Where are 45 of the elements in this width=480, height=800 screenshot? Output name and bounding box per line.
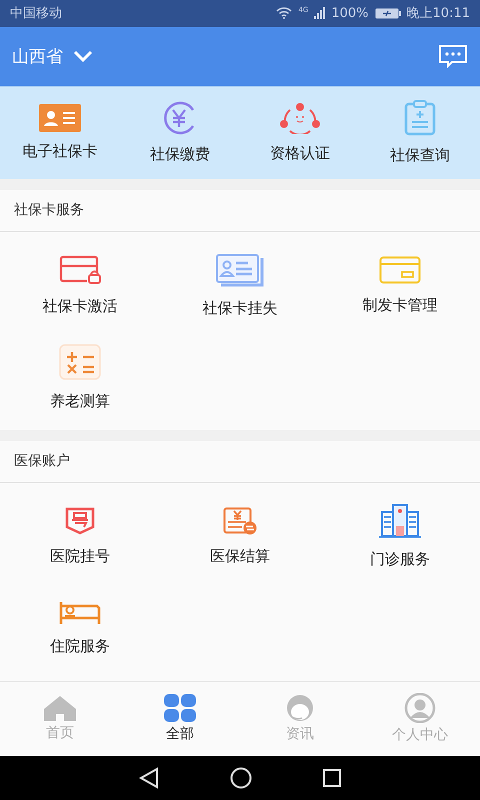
quick-action[interactable]: 社保缴费 [120,86,240,179]
id-cards-icon [215,253,265,288]
carrier-name: 中国移动 [10,5,62,22]
id-card-icon [39,104,81,132]
wifi-icon [276,7,292,20]
battery-percent: 100% [331,6,369,21]
recents-icon [322,768,342,788]
chat-bubble-icon [438,44,468,68]
chevron-down-icon [73,50,93,62]
smiley-network-icon [280,102,320,134]
service-item[interactable]: 医院挂号 [0,490,160,583]
user-icon [404,693,436,724]
service-item[interactable]: 制发卡管理 [320,240,480,332]
service-item[interactable]: 社保卡激活 [0,240,160,332]
service-item[interactable]: 门诊服务 [320,490,480,583]
clipboard-icon [404,100,436,136]
section-title: 社保卡服务 [0,190,480,232]
home-circle-icon [230,766,252,789]
tab[interactable]: 全部 [120,682,240,756]
message-button[interactable] [438,44,468,68]
recents-button[interactable] [322,768,342,788]
battery-icon [374,8,401,19]
bank-card-icon [379,256,421,284]
service-item[interactable]: 医保结算 [160,490,320,583]
quick-action[interactable]: 资格认证 [240,86,360,179]
section-title: 医保账户 [0,440,480,483]
clock-time: 晚上10:11 [406,5,470,22]
support-agent-icon [285,694,315,722]
number-shield-icon [65,507,95,536]
back-icon [138,766,160,789]
card-lock-icon [59,255,101,286]
bill-exchange-icon [223,507,257,536]
quick-action[interactable]: 社保查询 [360,86,480,179]
back-button[interactable] [138,766,160,789]
calculator-icon [59,344,101,380]
home-icon [43,695,77,722]
hospital-bed-icon [59,601,101,626]
service-item[interactable]: 养老测算 [0,332,160,424]
service-item[interactable]: 住院服务 [0,582,160,675]
grid-icon [164,694,196,722]
service-item[interactable]: 社保卡挂失 [160,240,320,332]
home-button[interactable] [230,766,252,789]
hospital-icon [378,504,422,538]
signal-icon [314,7,326,20]
quick-action[interactable]: 电子社保卡 [0,86,120,179]
